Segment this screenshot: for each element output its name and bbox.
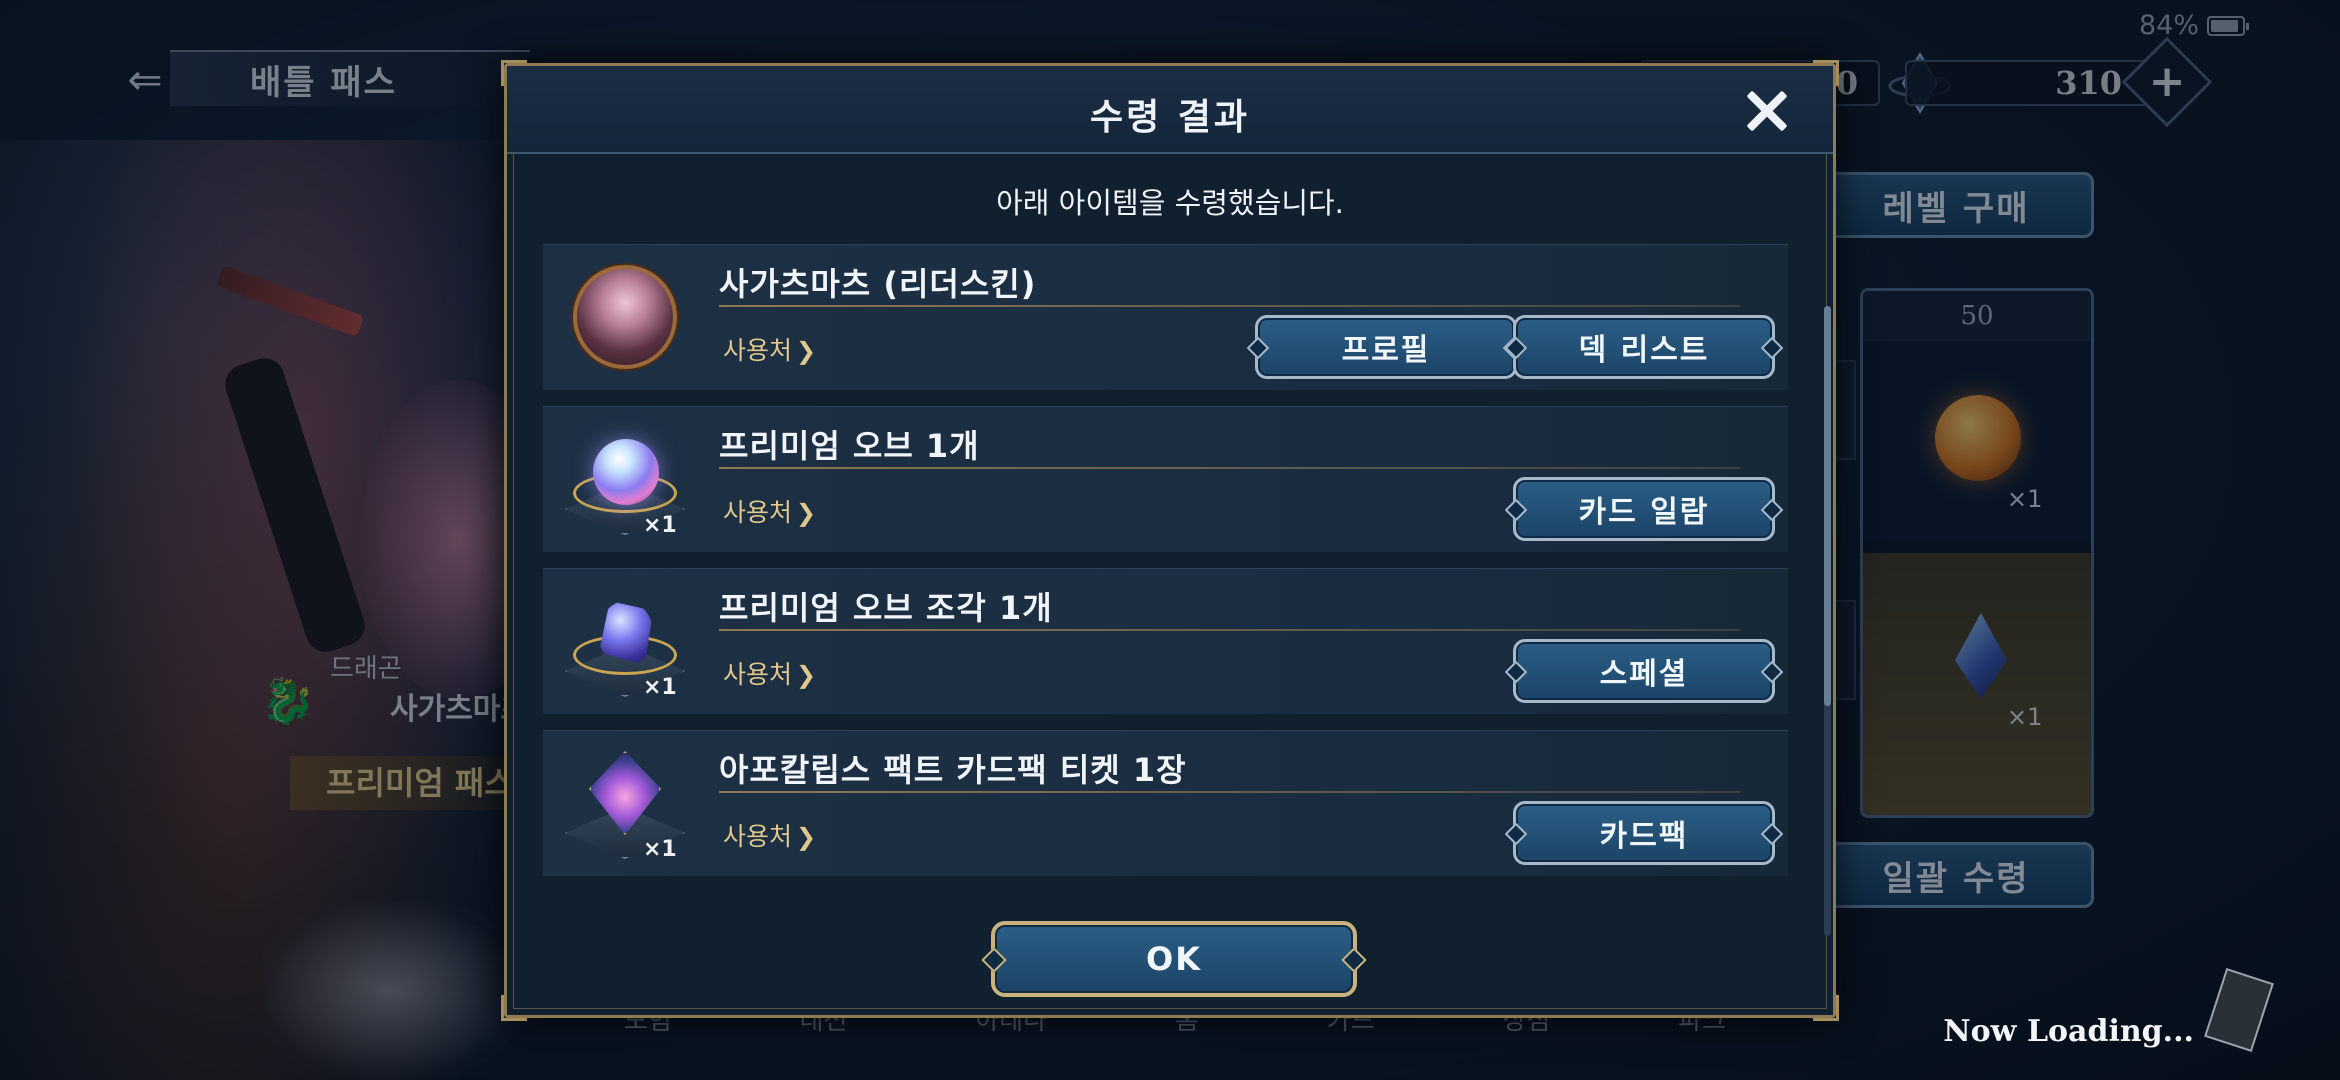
avatar [573,265,677,369]
divider [719,467,1740,469]
dialog-header: 수령 결과 [507,66,1833,154]
special-button[interactable]: 스페셜 [1513,639,1775,703]
usage-link[interactable]: 사용처 ❯ [723,493,816,529]
item-qty: ×1 [643,675,677,700]
item-qty: ×1 [643,837,677,862]
item-qty: ×1 [643,513,677,538]
deck-list-button[interactable]: 덱 리스트 [1513,315,1775,379]
usage-label: 사용처 [723,498,793,527]
item-name: 프리미엄 오브 1개 [719,427,980,465]
scroll-thumb[interactable] [1824,306,1831,706]
premium-orb-shard-icon: ×1 [565,583,685,703]
receive-result-dialog: 수령 결과 아래 아이템을 수령했습니다. 사가츠마츠 (리더스킨) 사용처 ❯ … [501,60,1839,1021]
list-item: ×1 프리미엄 오브 조각 1개 사용처 ❯ 스페셜 [543,568,1788,714]
usage-link[interactable]: 사용처 ❯ [723,655,816,691]
card-pack-button[interactable]: 카드팩 [1513,801,1775,865]
divider [719,305,1740,307]
item-name: 사가츠마츠 (리더스킨) [719,265,1037,303]
divider [719,791,1740,793]
usage-link[interactable]: 사용처 ❯ [723,817,816,853]
item-name: 아포칼립스 팩트 카드팩 티켓 1장 [719,751,1187,789]
usage-link[interactable]: 사용처 ❯ [723,331,816,367]
loading-text: Now Loading... [1943,1014,2194,1049]
chevron-right-icon: ❯ [796,337,817,365]
usage-label: 사용처 [723,660,793,689]
frame-corner [501,995,527,1021]
dialog-title: 수령 결과 [1089,97,1250,138]
chevron-right-icon: ❯ [796,499,817,527]
item-name: 프리미엄 오브 조각 1개 [719,589,1053,627]
list-item: 사가츠마츠 (리더스킨) 사용처 ❯ 프로필 덱 리스트 [543,244,1788,390]
list-item: ×1 아포칼립스 팩트 카드팩 티켓 1장 사용처 ❯ 카드팩 [543,730,1788,876]
ok-button[interactable]: OK [991,921,1357,997]
premium-orb-icon: ×1 [565,421,685,541]
close-icon[interactable] [1739,84,1793,138]
leader-skin-avatar-icon [565,259,685,379]
orb-icon [593,439,659,505]
card-list-button[interactable]: 카드 일람 [1513,477,1775,541]
received-items-list[interactable]: 사가츠마츠 (리더스킨) 사용처 ❯ 프로필 덱 리스트 ×1 프리미엄 오브 1… [543,244,1813,954]
chevron-right-icon: ❯ [796,823,817,851]
list-item: ×1 프리미엄 오브 1개 사용처 ❯ 카드 일람 [543,406,1788,552]
profile-button[interactable]: 프로필 [1255,315,1517,379]
frame-corner [1813,995,1839,1021]
chevron-right-icon: ❯ [796,661,817,689]
divider [719,629,1740,631]
card-pack-ticket-icon: ×1 [565,745,685,865]
list-scrollbar[interactable] [1824,306,1831,936]
usage-label: 사용처 [723,822,793,851]
dialog-subtitle: 아래 아이템을 수령했습니다. [996,186,1344,220]
usage-label: 사용처 [723,336,793,365]
